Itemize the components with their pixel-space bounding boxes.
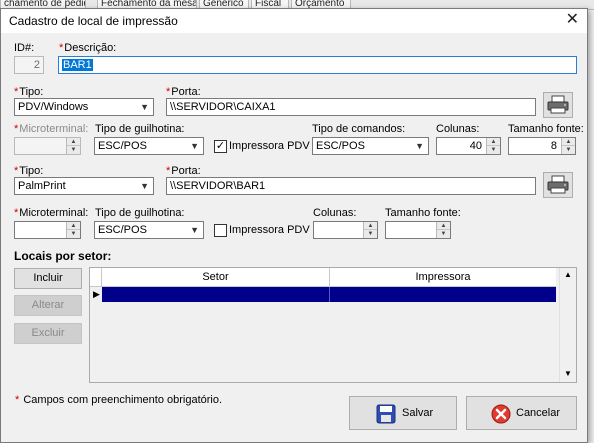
microterminal-label-2: *Microterminal: — [14, 207, 89, 219]
tipo-select-2[interactable]: PalmPrint ▼ — [14, 177, 154, 195]
cancelar-label: Cancelar — [516, 407, 561, 419]
tipo-label-1: *Tipo: — [14, 86, 44, 98]
scroll-down-icon[interactable]: ▼ — [564, 369, 572, 378]
fonte-label-1: Tamanho fonte: — [508, 123, 584, 135]
row-pointer-icon: ▶ — [93, 289, 100, 299]
table-row[interactable] — [102, 287, 556, 302]
impressora-pdv-checkbox-2[interactable] — [214, 224, 227, 237]
column-header-impressora[interactable]: Impressora — [330, 268, 556, 287]
setor-grid[interactable]: Setor Impressora ▶ ▲ ▼ — [89, 267, 577, 383]
spin-down-icon[interactable]: ▼ — [487, 146, 500, 154]
scroll-up-icon[interactable]: ▲ — [564, 270, 572, 279]
chevron-down-icon: ▼ — [140, 181, 149, 191]
guilhotina-select-2[interactable]: ESC/POS ▼ — [94, 221, 204, 239]
tipo-label-2: *Tipo: — [14, 165, 44, 177]
porta-label-1: *Porta: — [166, 86, 201, 98]
alterar-button[interactable]: Alterar — [14, 295, 82, 316]
grid-vertical-scrollbar[interactable]: ▲ ▼ — [559, 268, 576, 382]
excluir-button[interactable]: Excluir — [14, 323, 82, 344]
chevron-down-icon: ▼ — [415, 141, 424, 151]
chevron-down-icon: ▼ — [190, 141, 199, 151]
locais-por-setor-heading: Locais por setor: — [14, 249, 112, 263]
chevron-down-icon: ▼ — [190, 225, 199, 235]
id-label: ID#: — [14, 42, 35, 54]
guilhotina-select-1[interactable]: ESC/POS ▼ — [94, 137, 204, 155]
impressora-pdv-label-2: Impressora PDV — [229, 224, 310, 236]
spin-down-icon: ▼ — [70, 147, 77, 153]
dialog-cadastro-local-impressao: Cadastro de local de impressão ✕ ID#: 2 … — [0, 8, 588, 443]
id-field: 2 — [14, 56, 44, 74]
cancelar-button[interactable]: Cancelar — [466, 396, 577, 430]
descricao-label: *Descrição: — [59, 42, 117, 54]
spin-down-icon[interactable]: ▼ — [364, 230, 377, 238]
cell-divider — [329, 287, 330, 302]
spin-up-icon: ▲ — [67, 138, 80, 146]
tipo-select-1[interactable]: PDV/Windows ▼ — [14, 98, 154, 116]
floppy-disk-icon — [376, 404, 396, 424]
grid-indicator-header — [90, 268, 102, 287]
porta-label-2: *Porta: — [166, 165, 201, 177]
comandos-select-1[interactable]: ESC/POS ▼ — [312, 137, 429, 155]
impressora-pdv-label-1: Impressora PDV — [229, 140, 310, 152]
column-header-setor[interactable]: Setor — [102, 268, 330, 287]
spin-buttons[interactable]: ▲ ▼ — [486, 138, 500, 154]
spin-buttons: ▲ ▼ — [66, 138, 80, 154]
colunas-label-2: Colunas: — [313, 207, 357, 219]
fonte-spin-2[interactable]: ▲ ▼ — [385, 221, 451, 239]
spin-up-icon[interactable]: ▲ — [67, 222, 80, 230]
close-icon[interactable]: ✕ — [566, 11, 579, 29]
salvar-button[interactable]: Salvar — [349, 396, 457, 430]
microterminal-spin-1: ▲ ▼ — [14, 137, 81, 155]
descricao-input[interactable]: BAR1 — [58, 56, 577, 74]
chevron-down-icon: ▼ — [140, 102, 149, 112]
required-fields-hint: * Campos com preenchimento obrigatório. — [15, 394, 223, 406]
microterminal-spin-2[interactable]: ▲ ▼ — [14, 221, 81, 239]
printer-button-2[interactable] — [543, 172, 573, 198]
colunas-label-1: Colunas: — [436, 123, 480, 135]
spin-buttons[interactable]: ▲ ▼ — [436, 222, 450, 238]
spin-down-icon[interactable]: ▼ — [67, 230, 80, 238]
spin-buttons[interactable]: ▲ ▼ — [66, 222, 80, 238]
printer-icon — [547, 95, 569, 114]
microterminal-label-1: *Microterminal: — [14, 123, 89, 135]
spin-up-icon[interactable]: ▲ — [437, 222, 450, 230]
printer-button-1[interactable] — [543, 92, 573, 118]
spin-down-icon[interactable]: ▼ — [562, 146, 575, 154]
dialog-title: Cadastro de local de impressão — [9, 14, 178, 28]
cancel-icon — [491, 404, 511, 424]
spin-buttons[interactable]: ▲ ▼ — [363, 222, 377, 238]
fonte-label-2: Tamanho fonte: — [385, 207, 461, 219]
guilhotina-label-2: Tipo de guilhotina: — [95, 207, 185, 219]
printer-icon — [547, 175, 569, 194]
fonte-spin-1[interactable]: 8 ▲ ▼ — [508, 137, 576, 155]
porta-input-2[interactable]: \\SERVIDOR\BAR1 — [166, 177, 536, 195]
colunas-spin-1[interactable]: 40 ▲ ▼ — [436, 137, 501, 155]
title-bar: Cadastro de local de impressão ✕ — [1, 9, 587, 33]
incluir-button[interactable]: Incluir — [14, 268, 82, 289]
spin-up-icon[interactable]: ▲ — [364, 222, 377, 230]
salvar-label: Salvar — [402, 407, 434, 419]
guilhotina-label-1: Tipo de guilhotina: — [95, 123, 185, 135]
colunas-spin-2[interactable]: ▲ ▼ — [313, 221, 378, 239]
porta-input-1[interactable]: \\SERVIDOR\CAIXA1 — [166, 98, 536, 116]
spin-up-icon[interactable]: ▲ — [562, 138, 575, 146]
impressora-pdv-checkbox-1[interactable]: ✓ — [214, 140, 227, 153]
spin-up-icon[interactable]: ▲ — [487, 138, 500, 146]
comandos-label-1: Tipo de comandos: — [312, 123, 406, 135]
spin-buttons[interactable]: ▲ ▼ — [561, 138, 575, 154]
spin-down-icon[interactable]: ▼ — [437, 230, 450, 238]
